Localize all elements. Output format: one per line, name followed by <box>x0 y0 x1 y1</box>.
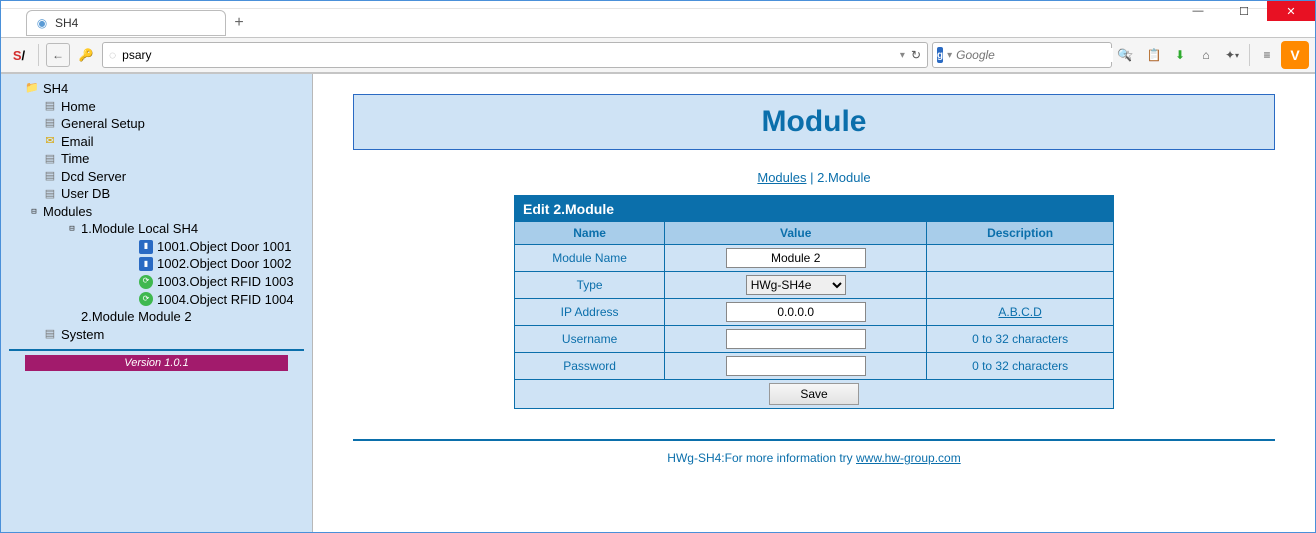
collapse-icon[interactable]: ⊟ <box>29 206 39 218</box>
mail-icon: ✉ <box>43 134 57 148</box>
tree-item-system[interactable]: -▤System <box>25 326 312 344</box>
row-label: IP Address <box>515 299 665 326</box>
col-value: Value <box>665 222 927 245</box>
tree-root-label: SH4 <box>43 80 68 98</box>
module-name-input[interactable] <box>726 248 866 268</box>
tree-item-general-setup[interactable]: -▤General Setup <box>25 115 312 133</box>
address-dropdown[interactable]: ▾ <box>900 50 905 61</box>
extension-icon[interactable]: ✦▾ <box>1220 43 1244 67</box>
browser-tab[interactable]: ◉ SH4 <box>26 10 226 36</box>
avast-icon[interactable]: V <box>1281 41 1309 69</box>
page-icon: ▤ <box>43 170 57 184</box>
page-icon: ▤ <box>43 327 57 341</box>
tree-item-module-2[interactable]: -2.Module Module 2 <box>63 308 312 326</box>
page-title: Module <box>762 105 867 139</box>
table-title: Edit 2.Module <box>515 196 1114 222</box>
breadcrumb-current: 2.Module <box>817 170 870 185</box>
rfid-icon: ⟳ <box>139 292 153 306</box>
address-input[interactable] <box>122 48 894 62</box>
door-icon: ▮ <box>139 240 153 254</box>
sidebar: -📁 SH4 -▤Home -▤General Setup -✉Email -▤… <box>1 74 313 532</box>
page-icon: ▤ <box>43 99 57 113</box>
globe-icon: ◌ <box>109 48 116 62</box>
row-label: Module Name <box>515 245 665 272</box>
version-label: Version 1.0.1 <box>25 355 288 371</box>
row-desc <box>927 245 1114 272</box>
footer-link[interactable]: www.hw-group.com <box>856 451 961 465</box>
tree-item-object[interactable]: -▮1002.Object Door 1002 <box>121 255 312 273</box>
key-icon[interactable]: 🔑 <box>74 43 98 67</box>
row-label: Password <box>515 353 665 380</box>
back-button[interactable]: ← <box>46 43 70 67</box>
bookmark-star-icon[interactable]: ☆ <box>1116 43 1140 67</box>
edit-module-table: Edit 2.Module Name Value Description Mod… <box>514 195 1114 409</box>
ip-format-link[interactable]: A.B.C.D <box>998 305 1041 319</box>
tree-item-module-1[interactable]: ⊟1.Module Local SH4 <box>63 220 312 238</box>
folder-icon: 📁 <box>25 82 39 96</box>
search-input[interactable] <box>956 48 1113 62</box>
google-icon: g <box>937 47 943 63</box>
download-icon[interactable]: ⬇ <box>1168 43 1192 67</box>
tree-item-object[interactable]: -⟳1004.Object RFID 1004 <box>121 291 312 309</box>
page-icon: ▤ <box>43 152 57 166</box>
main-content: Module Modules | 2.Module Edit 2.Module … <box>313 74 1315 532</box>
row-desc: 0 to 32 characters <box>927 353 1114 380</box>
username-input[interactable] <box>726 329 866 349</box>
row-label: Type <box>515 272 665 299</box>
new-tab-button[interactable]: + <box>226 10 252 36</box>
search-box[interactable]: g ▾ 🔍 <box>932 42 1112 68</box>
breadcrumb: Modules | 2.Module <box>353 170 1275 185</box>
reload-button[interactable]: ↻ <box>911 48 921 62</box>
seznam-logo-icon[interactable]: S/ <box>7 43 31 67</box>
breadcrumb-link-modules[interactable]: Modules <box>757 170 806 185</box>
tree-item-modules[interactable]: ⊟Modules <box>25 203 312 221</box>
search-dropdown[interactable]: ▾ <box>947 50 952 61</box>
tree-root[interactable]: -📁 SH4 <box>7 80 312 98</box>
collapse-icon[interactable]: ⊟ <box>67 223 77 235</box>
tab-favicon: ◉ <box>35 16 49 30</box>
tree-item-email[interactable]: -✉Email <box>25 133 312 151</box>
home-icon[interactable]: ⌂ <box>1194 43 1218 67</box>
page-icon: ▤ <box>43 187 57 201</box>
save-button[interactable]: Save <box>769 383 859 405</box>
rfid-icon: ⟳ <box>139 275 153 289</box>
tree-item-object[interactable]: -▮1001.Object Door 1001 <box>121 238 312 256</box>
tree-item-user-db[interactable]: -▤User DB <box>25 185 312 203</box>
door-icon: ▮ <box>139 257 153 271</box>
footer: HWg-SH4:For more information try www.hw-… <box>353 451 1275 465</box>
row-desc <box>927 272 1114 299</box>
tree-item-home[interactable]: -▤Home <box>25 98 312 116</box>
password-input[interactable] <box>726 356 866 376</box>
address-bar[interactable]: ◌ ▾ ↻ <box>102 42 928 68</box>
tree-item-object[interactable]: -⟳1003.Object RFID 1003 <box>121 273 312 291</box>
ip-address-input[interactable] <box>726 302 866 322</box>
row-desc: 0 to 32 characters <box>927 326 1114 353</box>
tree-item-dcd-server[interactable]: -▤Dcd Server <box>25 168 312 186</box>
menu-icon[interactable]: ≡ <box>1255 43 1279 67</box>
tree-item-time[interactable]: -▤Time <box>25 150 312 168</box>
page-icon: ▤ <box>43 117 57 131</box>
clipboard-icon[interactable]: 📋 <box>1142 43 1166 67</box>
row-label: Username <box>515 326 665 353</box>
col-name: Name <box>515 222 665 245</box>
col-desc: Description <box>927 222 1114 245</box>
type-select[interactable]: HWg-SH4e <box>746 275 846 295</box>
page-title-box: Module <box>353 94 1275 150</box>
tab-title: SH4 <box>55 16 78 30</box>
